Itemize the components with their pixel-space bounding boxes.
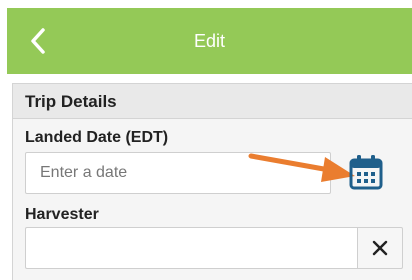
section-header: Trip Details xyxy=(13,84,412,119)
section-title: Trip Details xyxy=(25,92,117,111)
calendar-icon xyxy=(349,155,383,190)
page-title: Edit xyxy=(193,31,226,51)
harvester-input[interactable] xyxy=(25,227,357,269)
landed-date-label: Landed Date (EDT) xyxy=(25,129,169,146)
harvester-label: Harvester xyxy=(25,206,99,223)
clear-harvester-button[interactable] xyxy=(357,227,403,269)
edit-screen: Edit Trip Details Landed Date (EDT) Ente… xyxy=(0,0,412,280)
app-header: Edit xyxy=(7,8,412,74)
trip-details-panel: Trip Details Landed Date (EDT) Harveste xyxy=(12,83,412,280)
calendar-button[interactable] xyxy=(349,154,383,190)
close-icon xyxy=(372,240,388,256)
landed-date-input[interactable] xyxy=(25,152,331,194)
